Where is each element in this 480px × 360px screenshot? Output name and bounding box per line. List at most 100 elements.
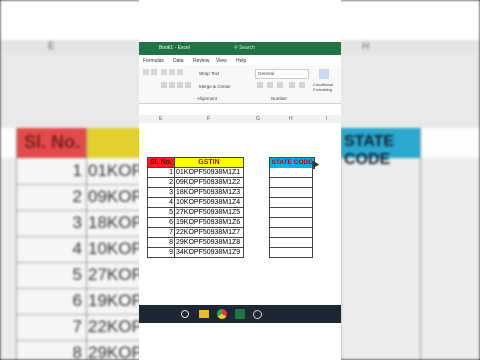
col-header-e[interactable]: E [159, 116, 162, 122]
excel-title-bar: Book1 - Excel ⚲ Search [139, 42, 341, 55]
sl-no-cell[interactable]: 6 [147, 217, 175, 228]
table-row: 1 01KOPF50938M1Z1 [147, 167, 244, 178]
wrap-text-button[interactable]: Wrap Text [199, 71, 219, 76]
bg-row: 5 27KOPF [16, 262, 153, 289]
gstin-cell[interactable]: 27KOPF50938M1Z5 [174, 207, 244, 218]
sl-no-cell[interactable]: 7 [147, 227, 175, 238]
table-row: 8 29KOPF50938M1Z8 [147, 237, 244, 248]
state-code-cell[interactable] [269, 248, 313, 258]
bg-gridline [16, 128, 17, 360]
bg-sl-header: Sl. No. [16, 128, 86, 158]
table-row: 2 09KOPF50938M1Z2 [147, 177, 244, 188]
gstin-header[interactable]: GSTIN [174, 157, 244, 168]
bg-gstin-header [86, 128, 144, 158]
sl-no-header[interactable]: Sl. No. [147, 157, 175, 168]
menu-formulas[interactable]: Formulas [143, 58, 164, 64]
alignment-group-label: Alignment [197, 96, 218, 101]
bg-gridline [86, 128, 87, 360]
orientation-icon[interactable] [177, 69, 183, 75]
gstin-cell[interactable]: 09KOPF50938M1Z2 [174, 177, 244, 188]
table-row: 7 22KOPF50938M1Z7 [147, 227, 244, 238]
sl-no-cell[interactable]: 9 [147, 247, 175, 258]
sl-no-cell[interactable]: 8 [147, 237, 175, 248]
state-code-cell[interactable] [269, 238, 313, 248]
font-size-up-icon[interactable] [143, 69, 149, 75]
state-code-cell[interactable] [269, 168, 313, 178]
increase-decimal-icon[interactable] [289, 82, 295, 88]
menu-data[interactable]: Data [173, 58, 184, 64]
state-code-cell[interactable] [269, 218, 313, 228]
search-icon[interactable] [181, 310, 189, 318]
merge-center-button[interactable]: Merge & Center [199, 84, 231, 89]
sl-no-cell[interactable]: 3 [147, 187, 175, 198]
bg-row: 4 10KOPF [16, 236, 153, 263]
table-row: 9 34KOPF50938M1Z9 [147, 247, 244, 258]
chrome-icon[interactable] [217, 309, 227, 319]
search-box[interactable]: ⚲ Search [234, 45, 255, 51]
gstin-cell[interactable]: 01KOPF50938M1Z1 [174, 167, 244, 178]
sl-no-cell[interactable]: 2 [147, 177, 175, 188]
state-code-cell[interactable] [269, 198, 313, 208]
indent-icon[interactable] [185, 82, 191, 88]
gstin-cell[interactable]: 18KOPF50938M1Z3 [174, 187, 244, 198]
sl-no-cell[interactable]: 5 [147, 207, 175, 218]
table-row: 5 27KOPF50938M1Z5 [147, 207, 244, 218]
sl-no-cell[interactable]: 4 [147, 197, 175, 208]
align-center-icon[interactable] [169, 82, 175, 88]
bg-row: 6 19KOPF [16, 288, 153, 315]
table-row: 3 18KOPF50938M1Z3 [147, 187, 244, 198]
decrease-decimal-icon[interactable] [299, 82, 305, 88]
state-code-cell[interactable] [269, 188, 313, 198]
font-size-down-icon[interactable] [151, 69, 157, 75]
col-header-f[interactable]: F [207, 116, 210, 122]
menu-view[interactable]: View [216, 58, 227, 64]
align-right-icon[interactable] [177, 82, 183, 88]
conditional-formatting-icon[interactable] [319, 69, 329, 79]
align-middle-icon[interactable] [169, 69, 175, 75]
gstin-cell[interactable]: 22KOPF50938M1Z7 [174, 227, 244, 238]
taskbar [139, 305, 341, 323]
settings-icon[interactable] [253, 310, 262, 319]
align-left-icon[interactable] [161, 82, 167, 88]
ribbon: Wrap Text Merge & Center General Alignme… [139, 65, 341, 104]
currency-icon[interactable] [257, 82, 263, 88]
align-top-icon[interactable] [161, 69, 167, 75]
conditional-formatting-button[interactable]: Conditional Formatting [313, 82, 341, 92]
col-header-i[interactable]: I [326, 116, 327, 122]
gstin-cell[interactable]: 10KOPF50938M1Z4 [174, 197, 244, 208]
menu-review[interactable]: Review [193, 58, 209, 64]
comma-icon[interactable] [277, 82, 283, 88]
bg-col-h: H [362, 41, 370, 52]
table-row: 6 19KOPF50938M1Z6 [147, 217, 244, 228]
menu-help[interactable]: Help [236, 58, 246, 64]
state-code-cell[interactable] [269, 208, 313, 218]
bg-gridline [420, 128, 421, 360]
gstin-cell[interactable]: 34KOPF50938M1Z9 [174, 247, 244, 258]
sl-no-cell[interactable]: 1 [147, 167, 175, 178]
gstin-table: Sl. No. GSTIN 1 01KOPF50938M1Z1 2 09KOPF50… [147, 157, 244, 258]
col-header-h[interactable]: H [289, 116, 293, 122]
bg-row: 1 01KOPF [16, 158, 153, 185]
gstin-cell[interactable]: 29KOPF50938M1Z8 [174, 237, 244, 248]
video-frame: Book1 - Excel ⚲ Search Formulas Data Rev… [139, 0, 341, 360]
excel-icon[interactable] [235, 309, 245, 319]
state-code-column [269, 168, 313, 258]
bg-rows: 1 01KOPF 2 09KOPF 3 18KOPF 4 10KOPF 5 27KOPF … [16, 158, 154, 360]
window-title: Book1 - Excel [159, 45, 190, 51]
table-header-row: Sl. No. GSTIN [147, 157, 244, 168]
bg-row: 8 29KOPF [16, 340, 154, 360]
col-header-g[interactable]: G [256, 116, 260, 122]
bg-row: 3 18KOPF [16, 210, 153, 237]
bg-row: 7 22KOPF [16, 314, 153, 341]
number-group-label: Number [271, 96, 288, 101]
gstin-cell[interactable]: 19KOPF50938M1Z6 [174, 217, 244, 228]
state-code-cell[interactable] [269, 178, 313, 188]
bg-state-header: STATE CODE [340, 128, 420, 168]
bg-col-e: E [48, 41, 55, 52]
number-format-select[interactable]: General [255, 69, 309, 79]
file-explorer-icon[interactable] [199, 310, 209, 318]
bg-row: 2 09KOPF [16, 184, 153, 211]
state-code-cell[interactable] [269, 228, 313, 238]
percent-icon[interactable] [267, 82, 273, 88]
table-row: 4 10KOPF50938M1Z4 [147, 197, 244, 208]
